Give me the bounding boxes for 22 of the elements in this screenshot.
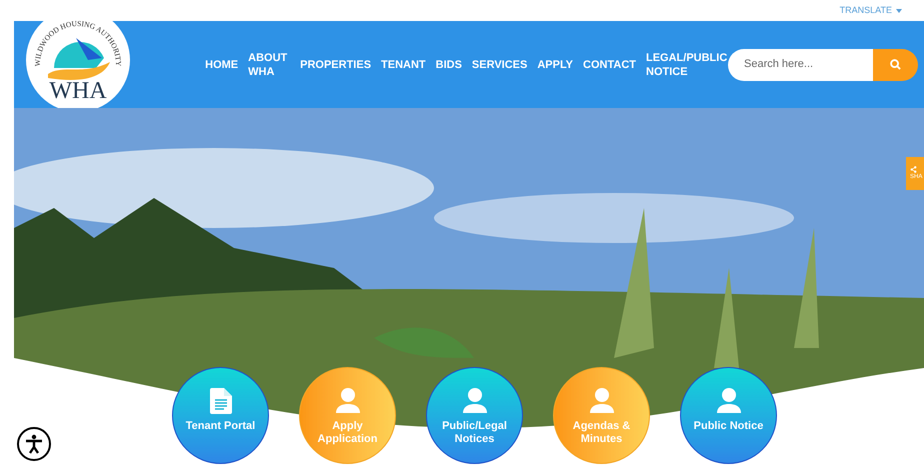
translate-dropdown[interactable]: TRANSLATE [840, 4, 902, 18]
document-icon [210, 388, 232, 414]
nav-link[interactable]: CONTACT [583, 58, 636, 72]
accessibility-button[interactable] [17, 427, 51, 461]
nav-link[interactable]: LEGAL/PUBLIC NOTICE [646, 50, 728, 78]
nav-link[interactable]: TENANT [381, 58, 426, 72]
person-icon [588, 388, 614, 414]
search-icon [890, 59, 901, 70]
search-button[interactable] [873, 48, 918, 80]
person-icon [716, 388, 742, 414]
nav-link[interactable]: APPLY [537, 58, 574, 72]
search-field[interactable]: Search here... [728, 48, 873, 80]
accessibility-icon [25, 434, 43, 454]
nav-link[interactable]: SERVICES [472, 58, 528, 72]
nav-link[interactable]: PROPERTIES [300, 58, 372, 72]
nav-link[interactable]: HOME [205, 58, 238, 72]
person-icon [462, 388, 488, 414]
caret-icon [896, 8, 902, 12]
nav-link[interactable]: BIDS [436, 58, 462, 72]
nav-link[interactable]: ABOUT WHA [248, 50, 290, 78]
person-icon [334, 388, 360, 414]
share-icon [910, 166, 917, 172]
